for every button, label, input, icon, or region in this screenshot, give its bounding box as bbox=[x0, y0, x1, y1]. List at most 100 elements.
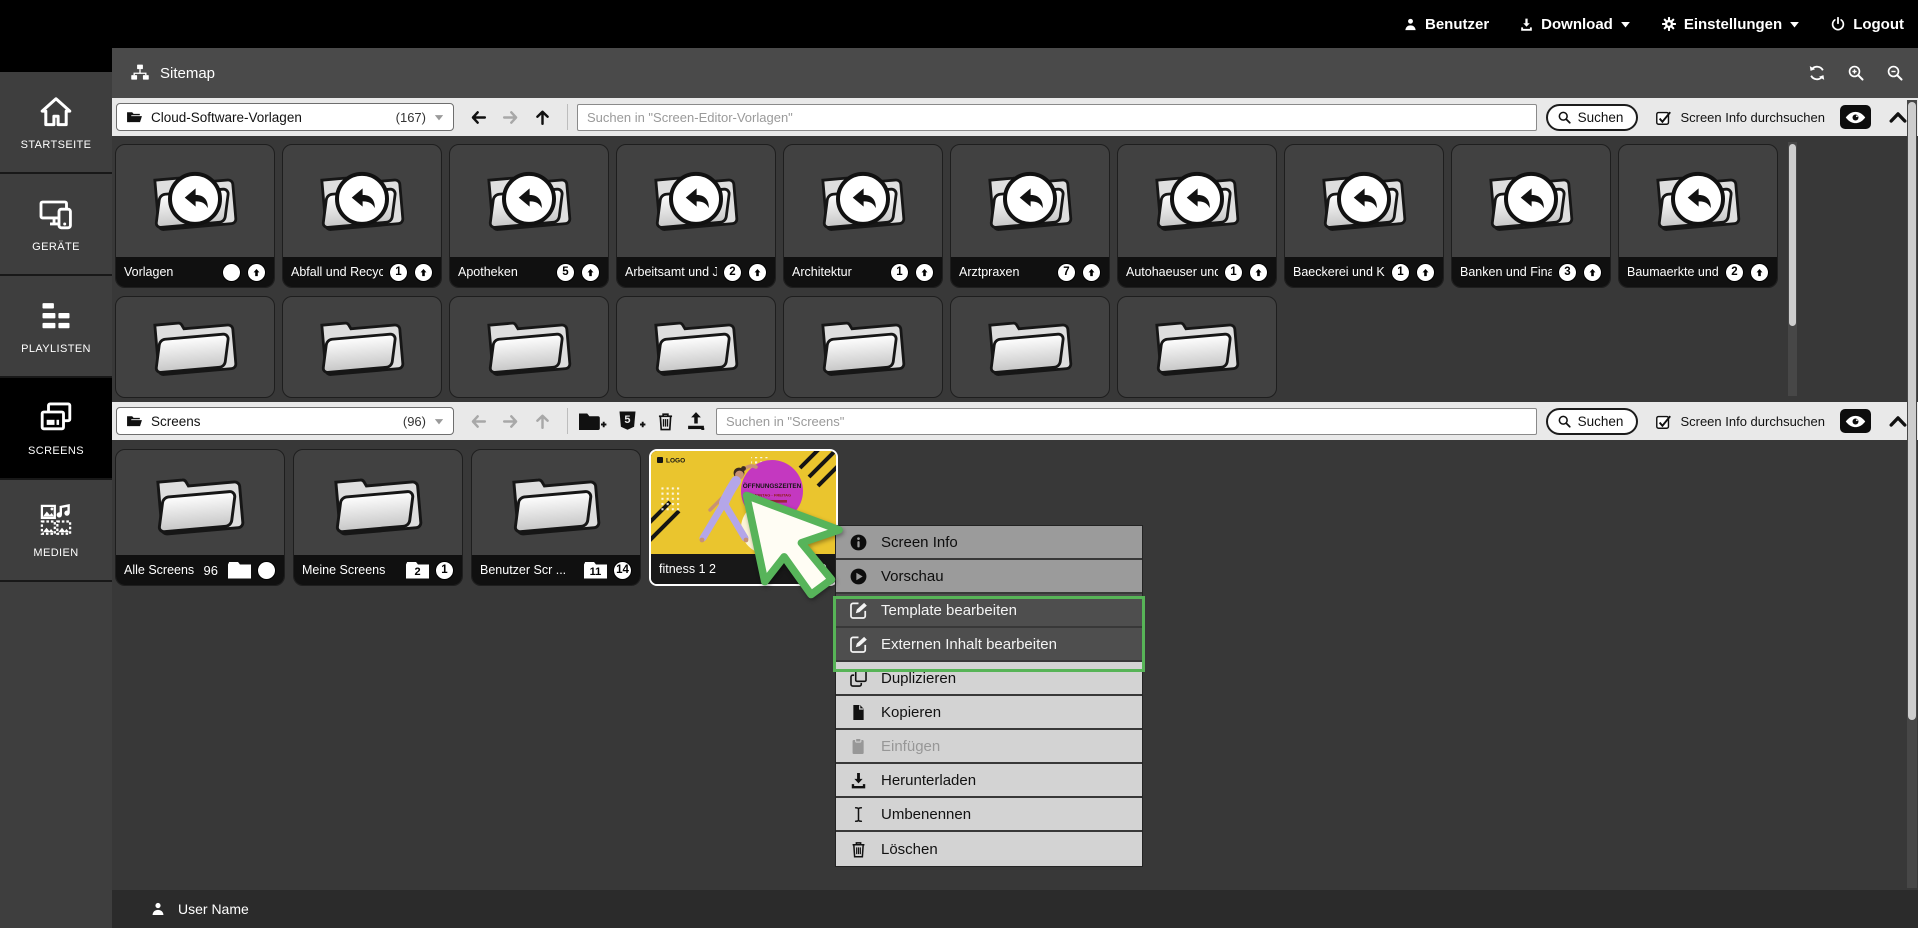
folder-tile[interactable] bbox=[950, 296, 1110, 398]
screens-folder-tile[interactable]: Meine Screens 2 1 bbox=[293, 449, 463, 586]
top-bar: Benutzer Download Einstellungen Logout bbox=[0, 0, 1918, 48]
templates-collapse-button[interactable] bbox=[1888, 109, 1908, 125]
context-menu-item[interactable]: Kopieren bbox=[836, 696, 1142, 730]
folder-tile[interactable]: Baeckerei und Ko... 1 bbox=[1284, 144, 1444, 288]
folder-name: Vorlagen bbox=[124, 265, 216, 279]
username-label: User Name bbox=[178, 901, 249, 917]
context-menu-item[interactable]: Externen Inhalt bearbeiten bbox=[836, 628, 1142, 662]
folder-tile[interactable] bbox=[783, 296, 943, 398]
parent-folder-icon bbox=[669, 172, 723, 226]
folder-icon bbox=[644, 305, 748, 387]
zoom-out-icon[interactable] bbox=[1886, 64, 1904, 82]
context-menu-item[interactable]: Herunterladen bbox=[836, 764, 1142, 798]
sidebar-item-playlisten[interactable]: PLAYLISTEN bbox=[0, 276, 112, 378]
screen-tile-fitness[interactable]: ÖFFNUNGSZEITEN MONTAG - FREITAG LOGO bbox=[649, 449, 838, 586]
menu-logout[interactable]: Logout bbox=[1830, 16, 1904, 33]
context-menu-item[interactable]: Umbenennen bbox=[836, 798, 1142, 832]
folder-tile[interactable]: Architektur 1 bbox=[783, 144, 943, 288]
upload-button[interactable] bbox=[685, 410, 707, 432]
screens-icon bbox=[38, 400, 74, 436]
folder-icon bbox=[323, 461, 433, 547]
templates-screeninfo-checkbox[interactable]: Screen Info durchsuchen bbox=[1655, 109, 1825, 126]
parent-folder-icon bbox=[1671, 172, 1725, 226]
home-icon bbox=[38, 94, 74, 130]
folder-tile[interactable]: Vorlagen bbox=[115, 144, 275, 288]
folder-tile[interactable]: Arztpraxen 7 bbox=[950, 144, 1110, 288]
caret-down-icon bbox=[1789, 21, 1800, 28]
up-badge bbox=[581, 263, 600, 282]
folder-tile[interactable]: Apotheken 5 bbox=[449, 144, 609, 288]
folder-tile[interactable] bbox=[282, 296, 442, 398]
sidebar-item-startseite[interactable]: STARTSEITE bbox=[0, 72, 112, 174]
folder-tile[interactable]: Arbeitsamt und Jo... 2 bbox=[616, 144, 776, 288]
caret-down-icon bbox=[434, 114, 444, 121]
sidebar-top-gap bbox=[0, 48, 112, 72]
folder-tile[interactable] bbox=[616, 296, 776, 398]
context-menu-item[interactable]: Screen Info bbox=[836, 526, 1142, 560]
new-folder-button[interactable] bbox=[577, 409, 607, 433]
edit-icon bbox=[849, 635, 868, 654]
search-button-label: Suchen bbox=[1578, 110, 1624, 125]
folder-name: Banken und Finan... bbox=[1460, 265, 1552, 279]
screens-folder-tile[interactable]: Alle Screens 96 bbox=[115, 449, 285, 586]
rename-icon bbox=[849, 805, 868, 824]
templates-search-button[interactable]: Suchen bbox=[1546, 104, 1639, 131]
nav-forward-button[interactable] bbox=[501, 108, 520, 127]
menu-download[interactable]: Download bbox=[1519, 16, 1631, 33]
screens-search-input[interactable] bbox=[716, 408, 1537, 435]
folder-tile[interactable]: Baumaerkte und ... 2 bbox=[1618, 144, 1778, 288]
caret-down-icon bbox=[1620, 21, 1631, 28]
nav-forward-button[interactable] bbox=[501, 412, 520, 431]
templates-folder-select[interactable]: Cloud-Software-Vorlagen (167) bbox=[116, 103, 454, 131]
folder-tile[interactable] bbox=[115, 296, 275, 398]
folder-tile[interactable] bbox=[449, 296, 609, 398]
zoom-in-icon[interactable] bbox=[1847, 64, 1865, 82]
sidebar-item-geräte[interactable]: GERÄTE bbox=[0, 174, 112, 276]
menu-item-label: Umbenennen bbox=[881, 806, 971, 823]
nav-back-button[interactable] bbox=[469, 412, 488, 431]
screens-toolbar: Screens (96) Suchen Screen Info durchsuc… bbox=[112, 402, 1918, 440]
templates-search-input[interactable] bbox=[577, 104, 1537, 131]
nav-back-button[interactable] bbox=[469, 108, 488, 127]
screens-search-button[interactable]: Suchen bbox=[1546, 408, 1639, 435]
refresh-icon[interactable] bbox=[1808, 64, 1826, 82]
edit-icon bbox=[849, 601, 868, 620]
templates-preview-eye-button[interactable] bbox=[1840, 105, 1871, 129]
user-icon bbox=[1403, 17, 1418, 32]
menu-item-label: Template bearbeiten bbox=[881, 602, 1017, 619]
delete-button[interactable] bbox=[655, 411, 676, 432]
folder-tile[interactable]: Banken und Finan... 3 bbox=[1451, 144, 1611, 288]
new-html5-screen-button[interactable] bbox=[616, 409, 646, 433]
menu-item-label: Duplizieren bbox=[881, 670, 956, 687]
page-title: Sitemap bbox=[160, 65, 215, 82]
sidebar-item-screens[interactable]: SCREENS bbox=[0, 378, 112, 480]
folder-tile[interactable]: Autohaeuser und ... 1 bbox=[1117, 144, 1277, 288]
paste-icon bbox=[849, 737, 868, 756]
nav-up-button[interactable] bbox=[533, 108, 552, 127]
screens-screeninfo-checkbox[interactable]: Screen Info durchsuchen bbox=[1655, 413, 1825, 430]
sitemap-header: Sitemap bbox=[112, 48, 1918, 98]
nav-up-button[interactable] bbox=[533, 412, 552, 431]
sidebar-item-label: GERÄTE bbox=[32, 241, 80, 253]
context-menu-item[interactable]: Löschen bbox=[836, 832, 1142, 866]
context-menu-item[interactable]: Vorschau bbox=[836, 560, 1142, 594]
info-icon bbox=[849, 533, 868, 552]
folder-tile[interactable] bbox=[1117, 296, 1277, 398]
up-badge bbox=[1416, 263, 1435, 282]
screens-folder-tile[interactable]: Benutzer Scr ... 11 14 bbox=[471, 449, 641, 586]
menu-einstellungen[interactable]: Einstellungen bbox=[1661, 16, 1800, 33]
screens-collapse-button[interactable] bbox=[1888, 413, 1908, 429]
screens-folder-select[interactable]: Screens (96) bbox=[116, 407, 454, 435]
templates-folder-name: Cloud-Software-Vorlagen bbox=[151, 110, 388, 125]
main-scrollbar-thumb[interactable] bbox=[1908, 102, 1916, 720]
folder-tile[interactable]: Abfall und Recycling 1 bbox=[282, 144, 442, 288]
subfolder-count-badge bbox=[228, 562, 251, 579]
context-menu-item[interactable]: Template bearbeiten bbox=[836, 594, 1142, 628]
sidebar-item-medien[interactable]: MEDIEN bbox=[0, 480, 112, 582]
templates-scrollbar-thumb[interactable] bbox=[1789, 144, 1796, 326]
screens-preview-eye-button[interactable] bbox=[1840, 409, 1871, 433]
checkbox-checked-icon bbox=[1655, 413, 1672, 430]
menu-benutzer[interactable]: Benutzer bbox=[1403, 16, 1489, 33]
folder-icon bbox=[477, 305, 581, 387]
context-menu-item[interactable]: Duplizieren bbox=[836, 662, 1142, 696]
